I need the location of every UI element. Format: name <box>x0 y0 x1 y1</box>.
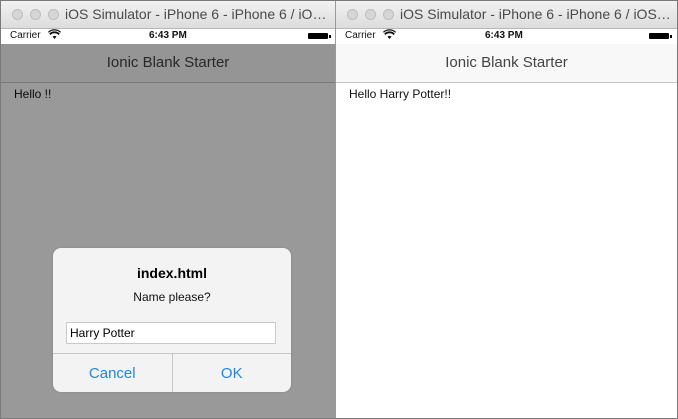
wifi-icon <box>383 29 396 39</box>
screenshot-frame: iOS Simulator - iPhone 6 - iPhone 6 / iO… <box>0 0 678 419</box>
name-input[interactable] <box>66 322 276 344</box>
ios-status-bar: Carrier 6:43 PM <box>1 28 335 44</box>
greeting-text: Hello Harry Potter!! <box>349 87 452 101</box>
clock: 6:43 PM <box>485 30 523 41</box>
dialog-title: index.html <box>136 265 207 281</box>
nav-bar: Ionic Blank Starter <box>336 44 677 83</box>
minimize-window-button[interactable] <box>365 9 376 20</box>
close-window-button[interactable] <box>12 9 23 20</box>
nav-title: Ionic Blank Starter <box>445 54 568 71</box>
zoom-window-button[interactable] <box>48 9 59 20</box>
window-titlebar[interactable]: iOS Simulator - iPhone 6 - iPhone 6 / iO… <box>336 1 677 29</box>
battery-icon <box>649 33 672 39</box>
ok-button[interactable]: OK <box>171 354 292 392</box>
dialog-actions: Cancel OK <box>53 353 291 392</box>
page-content: Hello Harry Potter!! <box>336 83 677 418</box>
ios-status-bar: Carrier 6:43 PM <box>336 28 677 44</box>
window-title: iOS Simulator - iPhone 6 - iPhone 6 / iO… <box>65 6 331 22</box>
minimize-window-button[interactable] <box>30 9 41 20</box>
prompt-dialog: index.html Name please? Cancel OK <box>53 248 291 392</box>
simulator-window-right: iOS Simulator - iPhone 6 - iPhone 6 / iO… <box>336 1 677 418</box>
clock: 6:43 PM <box>149 30 187 41</box>
wifi-icon <box>48 29 61 39</box>
carrier-label: Carrier <box>10 30 41 41</box>
cancel-button[interactable]: Cancel <box>53 354 172 392</box>
dialog-message: Name please? <box>133 290 211 304</box>
window-title: iOS Simulator - iPhone 6 - iPhone 6 / iO… <box>400 6 673 22</box>
zoom-window-button[interactable] <box>383 9 394 20</box>
window-titlebar[interactable]: iOS Simulator - iPhone 6 - iPhone 6 / iO… <box>1 1 335 29</box>
carrier-label: Carrier <box>345 30 376 41</box>
simulator-window-left: iOS Simulator - iPhone 6 - iPhone 6 / iO… <box>1 1 336 418</box>
close-window-button[interactable] <box>347 9 358 20</box>
battery-icon <box>308 33 331 39</box>
